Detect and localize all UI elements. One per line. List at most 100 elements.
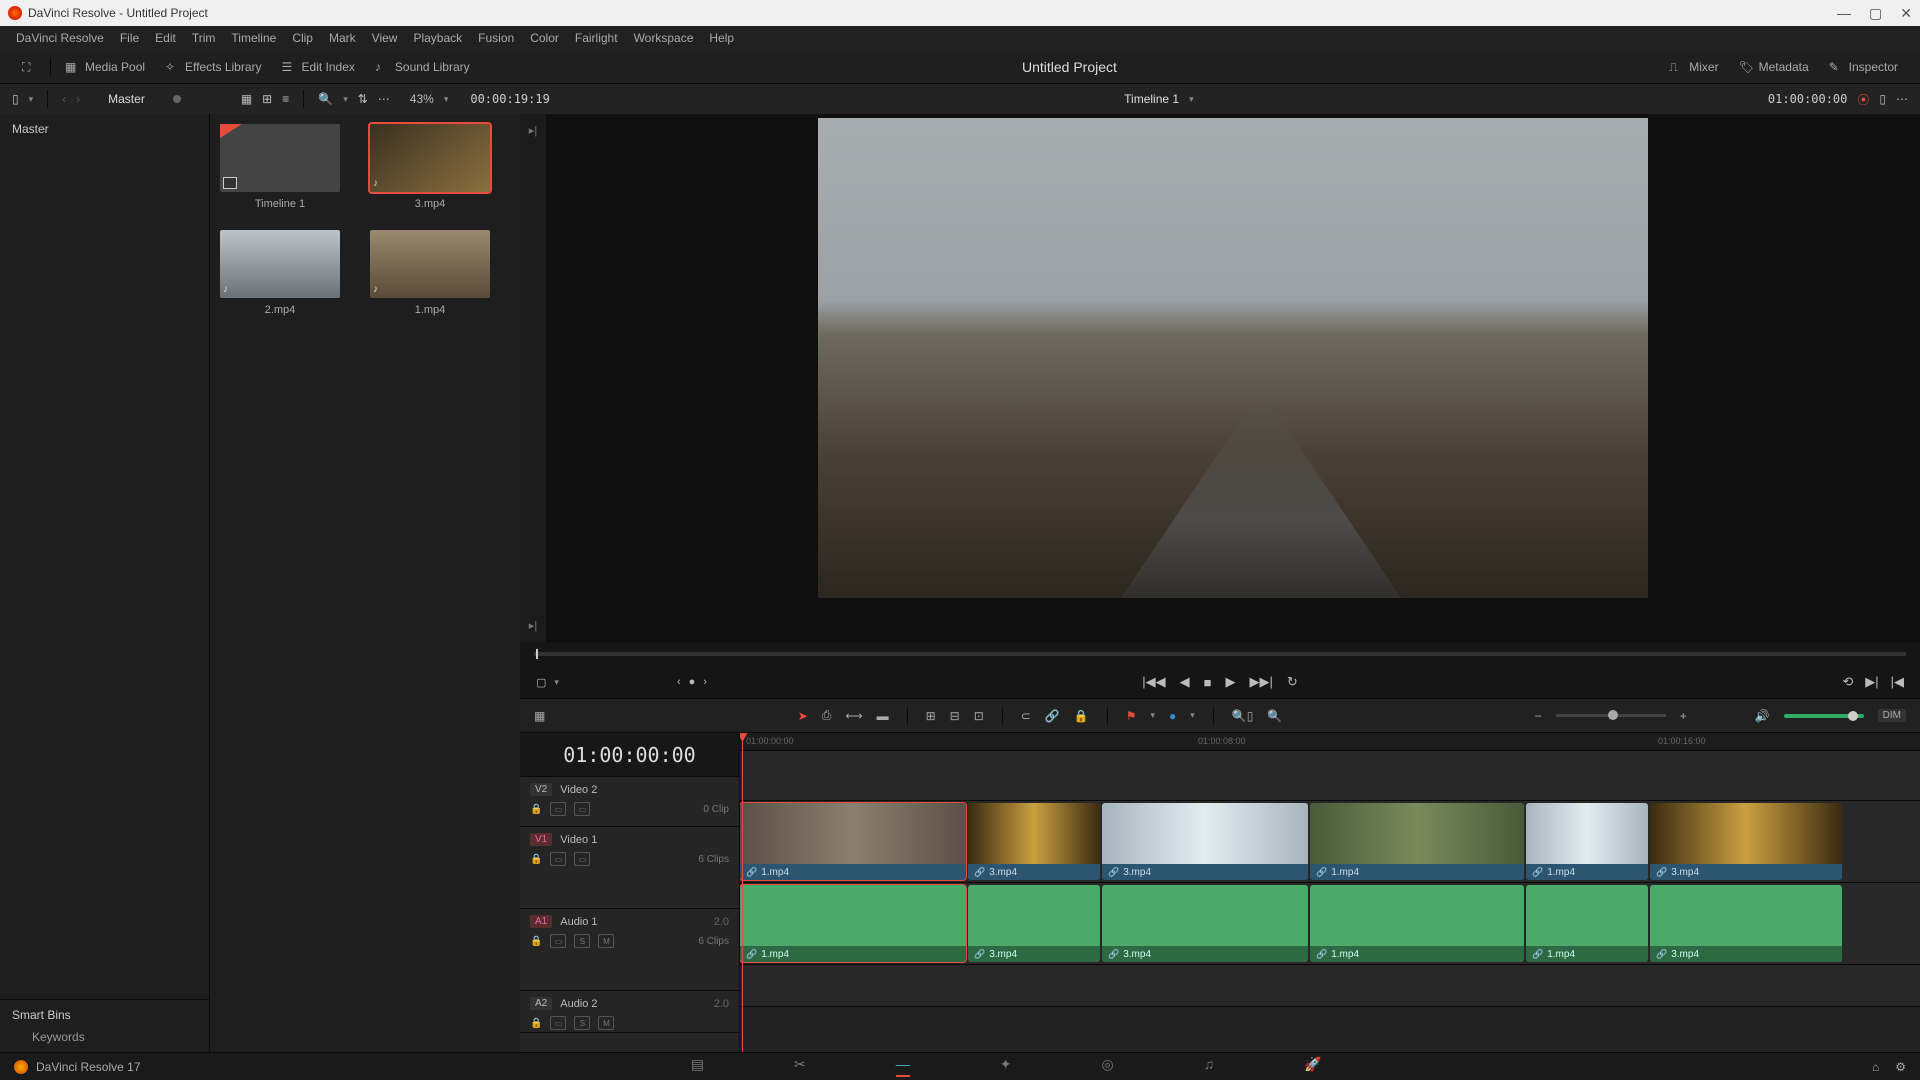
menu-color[interactable]: Color	[522, 31, 567, 45]
menu-view[interactable]: View	[364, 31, 406, 45]
first-frame-button[interactable]: |◀◀	[1142, 674, 1165, 690]
track-header-a2[interactable]: A2Audio 22.0 🔒▭SM	[520, 991, 739, 1033]
close-button[interactable]: ✕	[1900, 5, 1912, 22]
link-toggle[interactable]: 🔗	[1045, 709, 1060, 723]
find-icon[interactable]: 🔍	[1267, 709, 1282, 723]
more-icon[interactable]: ⋯	[378, 92, 390, 106]
chevron-down-icon[interactable]: ▾	[1190, 710, 1195, 721]
page-cut[interactable]: ✂	[794, 1056, 806, 1077]
audio-clip[interactable]: 🔗1.mp4	[740, 885, 966, 962]
prev-frame-button[interactable]: ◀	[1180, 674, 1190, 690]
auto-select-toggle[interactable]: ▭	[550, 852, 566, 866]
volume-slider[interactable]	[1784, 714, 1864, 718]
chevron-down-icon[interactable]: ▾	[343, 94, 348, 105]
grid-view-button[interactable]: ⊞	[262, 92, 272, 106]
snap-toggle[interactable]: ⊂	[1021, 709, 1031, 723]
disable-toggle[interactable]: ▭	[574, 852, 590, 866]
jog-playhead[interactable]	[536, 649, 538, 659]
menu-clip[interactable]: Clip	[284, 31, 321, 45]
auto-select-toggle[interactable]: ▭	[550, 802, 566, 816]
replace-clip-icon[interactable]: ⊡	[974, 709, 984, 723]
track-header-v2[interactable]: V2Video 2 🔒▭▭0 Clip	[520, 777, 739, 827]
page-color[interactable]: ◎	[1102, 1056, 1114, 1077]
prev-edit-icon[interactable]: ‹	[677, 676, 681, 688]
video-clip[interactable]: 🔗3.mp4	[1650, 803, 1842, 880]
search-timeline-icon[interactable]: 🔍▯	[1232, 709, 1254, 723]
go-end-icon[interactable]: ▸|	[529, 619, 537, 632]
list-view-button[interactable]: ≡	[282, 92, 289, 106]
nav-back-button[interactable]: ‹	[62, 92, 66, 106]
dim-button[interactable]: DIM	[1878, 709, 1906, 722]
page-media[interactable]: ▤	[691, 1056, 704, 1077]
menu-timeline[interactable]: Timeline	[223, 31, 284, 45]
zoom-slider[interactable]	[1556, 714, 1666, 717]
menu-fusion[interactable]: Fusion	[470, 31, 522, 45]
sound-library-toggle[interactable]: ♪Sound Library	[365, 56, 480, 78]
single-viewer-icon[interactable]: ▯	[1879, 92, 1886, 106]
chevron-down-icon[interactable]: ▾	[554, 677, 559, 688]
page-deliver[interactable]: 🚀	[1304, 1056, 1321, 1077]
track-lane-v2[interactable]	[740, 751, 1920, 801]
zoom-out-button[interactable]: −	[1535, 709, 1542, 723]
selection-tool[interactable]: ➤	[798, 709, 808, 723]
menu-edit[interactable]: Edit	[147, 31, 184, 45]
page-fusion[interactable]: ✦	[1000, 1056, 1012, 1077]
chevron-down-icon[interactable]: ▾	[444, 94, 449, 105]
media-item-clip[interactable]: ♪ 3.mp4	[370, 124, 490, 210]
video-clip[interactable]: 🔗1.mp4	[1310, 803, 1524, 880]
audio-clip[interactable]: 🔗3.mp4	[968, 885, 1100, 962]
auto-select-toggle[interactable]: ▭	[550, 934, 566, 948]
thumbnail-view-button[interactable]: ▦	[241, 92, 252, 106]
playhead[interactable]	[742, 733, 743, 1052]
media-pool-toggle[interactable]: ▦Media Pool	[55, 56, 155, 78]
search-icon[interactable]: 🔍	[318, 92, 333, 106]
menu-fairlight[interactable]: Fairlight	[567, 31, 626, 45]
timeline-name[interactable]: Timeline 1	[1124, 92, 1179, 106]
lock-icon[interactable]: 🔒	[530, 936, 542, 947]
video-clip[interactable]: 🔗3.mp4	[1102, 803, 1308, 880]
video-clip[interactable]: 🔗3.mp4	[968, 803, 1100, 880]
insert-clip-icon[interactable]: ⊞	[926, 709, 936, 723]
minimize-button[interactable]: —	[1837, 5, 1851, 22]
lock-icon[interactable]: 🔒	[530, 854, 542, 865]
lock-toggle[interactable]: 🔒	[1074, 709, 1089, 723]
fullscreen-toggle[interactable]: ⛶	[12, 56, 46, 78]
auto-select-toggle[interactable]: ▭	[550, 1016, 566, 1030]
menu-app[interactable]: DaVinci Resolve	[8, 31, 112, 45]
track-lane-a2[interactable]	[740, 965, 1920, 1007]
audio-clip[interactable]: 🔗1.mp4	[1310, 885, 1524, 962]
project-settings-icon[interactable]: ⚙	[1895, 1060, 1906, 1074]
jog-bar[interactable]	[520, 642, 1920, 666]
mute-toggle[interactable]: M	[598, 1016, 614, 1030]
zoom-in-button[interactable]: +	[1680, 709, 1687, 723]
flag-button[interactable]: ⚑	[1126, 709, 1137, 723]
loop-button[interactable]: ↻	[1287, 674, 1298, 690]
bypass-icon[interactable]: ⦿	[1857, 91, 1869, 108]
video-clip[interactable]: 🔗1.mp4	[1526, 803, 1648, 880]
prev-clip-icon[interactable]: |◀	[1891, 674, 1904, 690]
overwrite-clip-icon[interactable]: ⊟	[950, 709, 960, 723]
timeline-view-options-icon[interactable]: ▦	[534, 709, 545, 723]
sort-icon[interactable]: ⇅	[358, 92, 368, 106]
play-button[interactable]: ▶	[1225, 674, 1235, 690]
smart-bin-keywords[interactable]: Keywords	[12, 1030, 197, 1044]
marker-button[interactable]: ●	[1169, 709, 1176, 723]
video-clip[interactable]: 🔗1.mp4	[740, 803, 966, 880]
audio-clip[interactable]: 🔗3.mp4	[1102, 885, 1308, 962]
zoom-percent[interactable]: 43%	[410, 92, 434, 106]
maximize-button[interactable]: ▢	[1869, 5, 1882, 22]
track-header-v1[interactable]: V1Video 1 🔒▭▭6 Clips	[520, 827, 739, 909]
solo-toggle[interactable]: S	[574, 934, 590, 948]
menu-file[interactable]: File	[112, 31, 147, 45]
mute-toggle[interactable]: M	[598, 934, 614, 948]
menu-help[interactable]: Help	[701, 31, 742, 45]
smart-bins-header[interactable]: Smart Bins	[12, 1008, 197, 1022]
track-lane-a1[interactable]: 🔗1.mp4🔗3.mp4🔗3.mp4🔗1.mp4🔗1.mp4🔗3.mp4	[740, 883, 1920, 965]
stop-button[interactable]: ■	[1204, 675, 1212, 690]
effects-library-toggle[interactable]: ✧Effects Library	[155, 56, 271, 78]
page-edit[interactable]: ⎯⎯	[896, 1056, 910, 1077]
chevron-down-icon[interactable]: ▾	[1189, 94, 1194, 105]
inspector-toggle[interactable]: ✎Inspector	[1819, 56, 1908, 78]
audio-clip[interactable]: 🔗1.mp4	[1526, 885, 1648, 962]
bin-view-icon[interactable]: ▯	[12, 92, 19, 106]
